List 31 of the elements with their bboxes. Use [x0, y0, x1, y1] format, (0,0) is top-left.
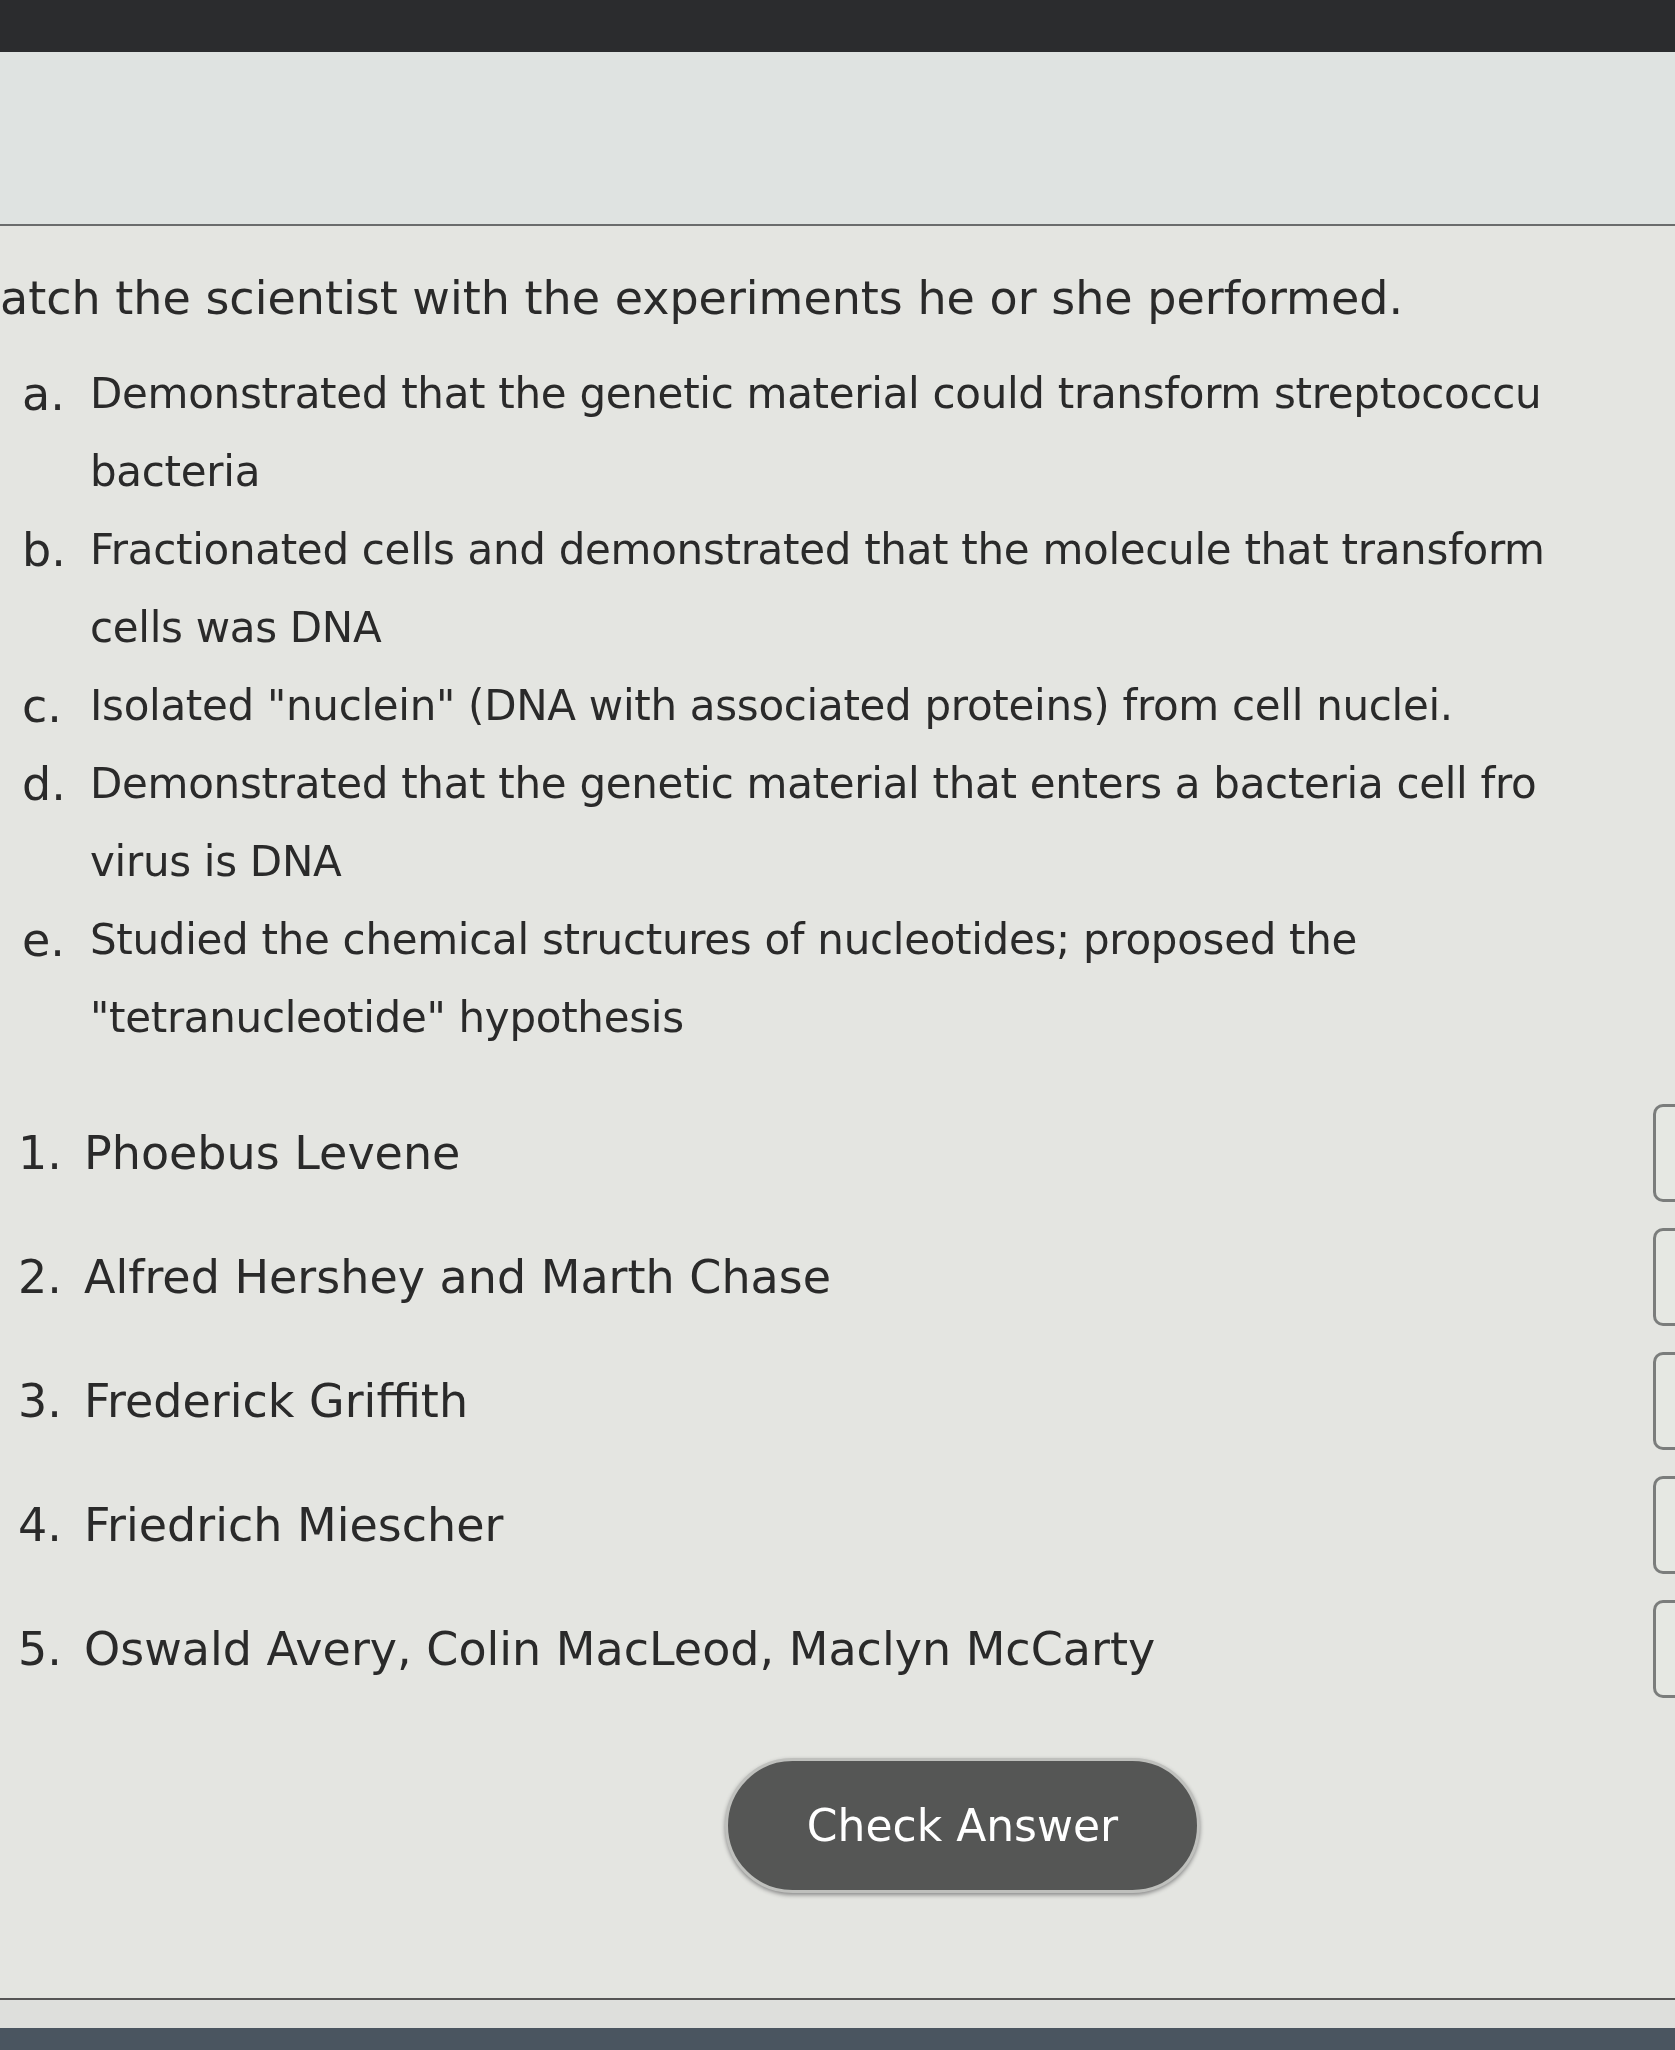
description-text: Fractionated cells and demonstrated that the molecule that transform: [90, 524, 1545, 576]
item-number: 3.: [17, 1374, 63, 1428]
description-text: Studied the chemical structures of nucleotides; proposed the: [90, 914, 1358, 966]
item-number: 5.: [17, 1622, 63, 1676]
item-letter: a.: [21, 366, 66, 423]
item-letter: d.: [21, 756, 67, 813]
description-text: bacteria: [90, 446, 262, 498]
scientist-name: Frederick Griffith: [84, 1374, 470, 1428]
scientist-name: Friedrich Miescher: [84, 1498, 505, 1552]
answer-field[interactable]: [1653, 1104, 1675, 1202]
scientist-name: Oswald Avery, Colin MacLeod, Maclyn McCarty: [84, 1622, 1157, 1676]
item-letter: c.: [21, 678, 63, 735]
item-number: 1.: [17, 1126, 63, 1180]
item-letter: b.: [21, 522, 67, 579]
description-text: Isolated "nuclein" (DNA with associated proteins) from cell nuclei.: [90, 680, 1453, 732]
description-text: cells was DNA: [90, 602, 383, 654]
item-number: 4.: [17, 1498, 63, 1552]
answer-field[interactable]: [1653, 1600, 1675, 1698]
answer-field[interactable]: [1653, 1352, 1675, 1450]
scientist-name: Phoebus Levene: [84, 1126, 462, 1180]
description-text: Demonstrated that the genetic material that enters a bacteria cell fro: [90, 758, 1537, 810]
answer-field[interactable]: [1653, 1476, 1675, 1574]
scientist-name: Alfred Hershey and Marth Chase: [84, 1250, 833, 1304]
check-answer-button[interactable]: Check Answer: [725, 1758, 1200, 1893]
answer-field[interactable]: [1653, 1228, 1675, 1326]
item-letter: e.: [21, 912, 66, 969]
description-text: virus is DNA: [90, 836, 343, 888]
description-text: "tetranucleotide" hypothesis: [90, 992, 685, 1044]
description-text: Demonstrated that the genetic material could transform streptococcu: [90, 368, 1542, 420]
question-text: atch the scientist with the experiments he or she performed.: [0, 271, 1405, 325]
item-number: 2.: [17, 1250, 63, 1304]
